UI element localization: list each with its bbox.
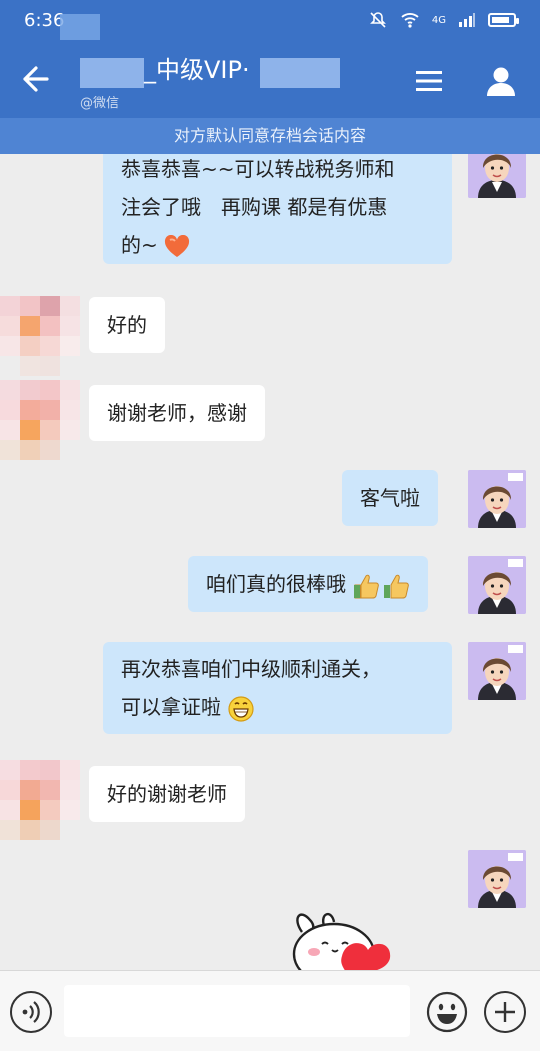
message-bubble-outgoing[interactable]: 恭喜恭喜~~可以转战税务师和 注会了哦 再购课 都是有优惠 的~ (103, 154, 452, 264)
cartoon-avatar-icon (468, 470, 526, 528)
more-button[interactable] (484, 991, 526, 1033)
chat-title: _中级VIP· (144, 56, 250, 84)
hamburger-menu-icon (416, 71, 442, 91)
title-redaction (260, 58, 340, 88)
user-icon (487, 67, 515, 96)
archive-notice: 对方默认同意存档会话内容 (0, 118, 540, 154)
message-line: 恭喜恭喜~~可以转战税务师和 (121, 157, 395, 181)
title-bar: _中级VIP· @微信 (0, 40, 540, 118)
battery-icon (488, 13, 519, 27)
user-avatar-blurred[interactable] (0, 380, 80, 460)
back-button[interactable] (18, 62, 52, 96)
teacher-avatar[interactable] (468, 154, 526, 198)
smiley-icon (426, 991, 468, 1033)
thumbs-up-emoji-icon (354, 574, 410, 598)
message-bubble-incoming[interactable]: 好的 (89, 297, 165, 353)
message-bubble-outgoing[interactable]: 再次恭喜咱们中级顺利通关， 可以拿证啦 (103, 642, 452, 734)
network-label: 4G (431, 14, 446, 26)
bunny-heart-sticker[interactable] (284, 910, 396, 970)
user-avatar-blurred[interactable] (0, 296, 80, 376)
message-bubble-outgoing[interactable]: 咱们真的很棒哦 (188, 556, 429, 612)
message-line: 可以拿证啦 (121, 688, 434, 726)
title-redaction (80, 58, 144, 88)
plus-icon (495, 1002, 515, 1022)
signal-icon (459, 13, 475, 27)
teacher-avatar[interactable] (468, 850, 526, 908)
cartoon-avatar-icon (468, 556, 526, 614)
message-line: 再次恭喜咱们中级顺利通关， (121, 657, 381, 681)
voice-icon (22, 1001, 40, 1023)
status-bar: 6:36 4G (0, 0, 540, 40)
arrow-left-icon (23, 66, 49, 92)
teacher-avatar[interactable] (468, 642, 526, 700)
mute-icon (369, 12, 386, 28)
profile-button[interactable] (484, 64, 518, 98)
voice-button[interactable] (10, 991, 52, 1033)
bunny-sticker-icon (292, 913, 391, 970)
cartoon-avatar-icon (468, 154, 526, 198)
status-redaction (60, 14, 100, 40)
message-input[interactable] (64, 985, 410, 1037)
emoji-button[interactable] (426, 991, 468, 1033)
teacher-avatar[interactable] (468, 470, 526, 528)
wifi-icon (401, 13, 419, 28)
message-text: 咱们真的很棒哦 (206, 572, 346, 596)
heart-emoji-icon (165, 234, 190, 257)
chat-subtitle: @微信 (80, 96, 120, 111)
status-time: 6:36 (24, 10, 65, 31)
user-avatar-blurred[interactable] (0, 760, 80, 840)
chat-area[interactable]: 恭喜恭喜~~可以转战税务师和 注会了哦 再购课 都是有优惠 的~ 好的 谢谢老师… (0, 154, 540, 970)
input-bar (0, 970, 540, 1051)
header: 6:36 4G _中级VIP· @微信 (0, 0, 540, 118)
teacher-avatar[interactable] (468, 556, 526, 614)
menu-button[interactable] (414, 66, 444, 96)
cartoon-avatar-icon (468, 850, 526, 908)
message-line: 的~ (121, 226, 434, 264)
cartoon-avatar-icon (468, 642, 526, 700)
grinning-emoji-icon (228, 695, 254, 722)
message-bubble-outgoing[interactable]: 客气啦 (342, 470, 438, 526)
status-icons: 4G (368, 10, 519, 30)
message-line: 注会了哦 再购课 都是有优惠 (121, 195, 388, 219)
message-bubble-incoming[interactable]: 好的谢谢老师 (89, 766, 245, 822)
message-bubble-incoming[interactable]: 谢谢老师，感谢 (89, 385, 265, 441)
